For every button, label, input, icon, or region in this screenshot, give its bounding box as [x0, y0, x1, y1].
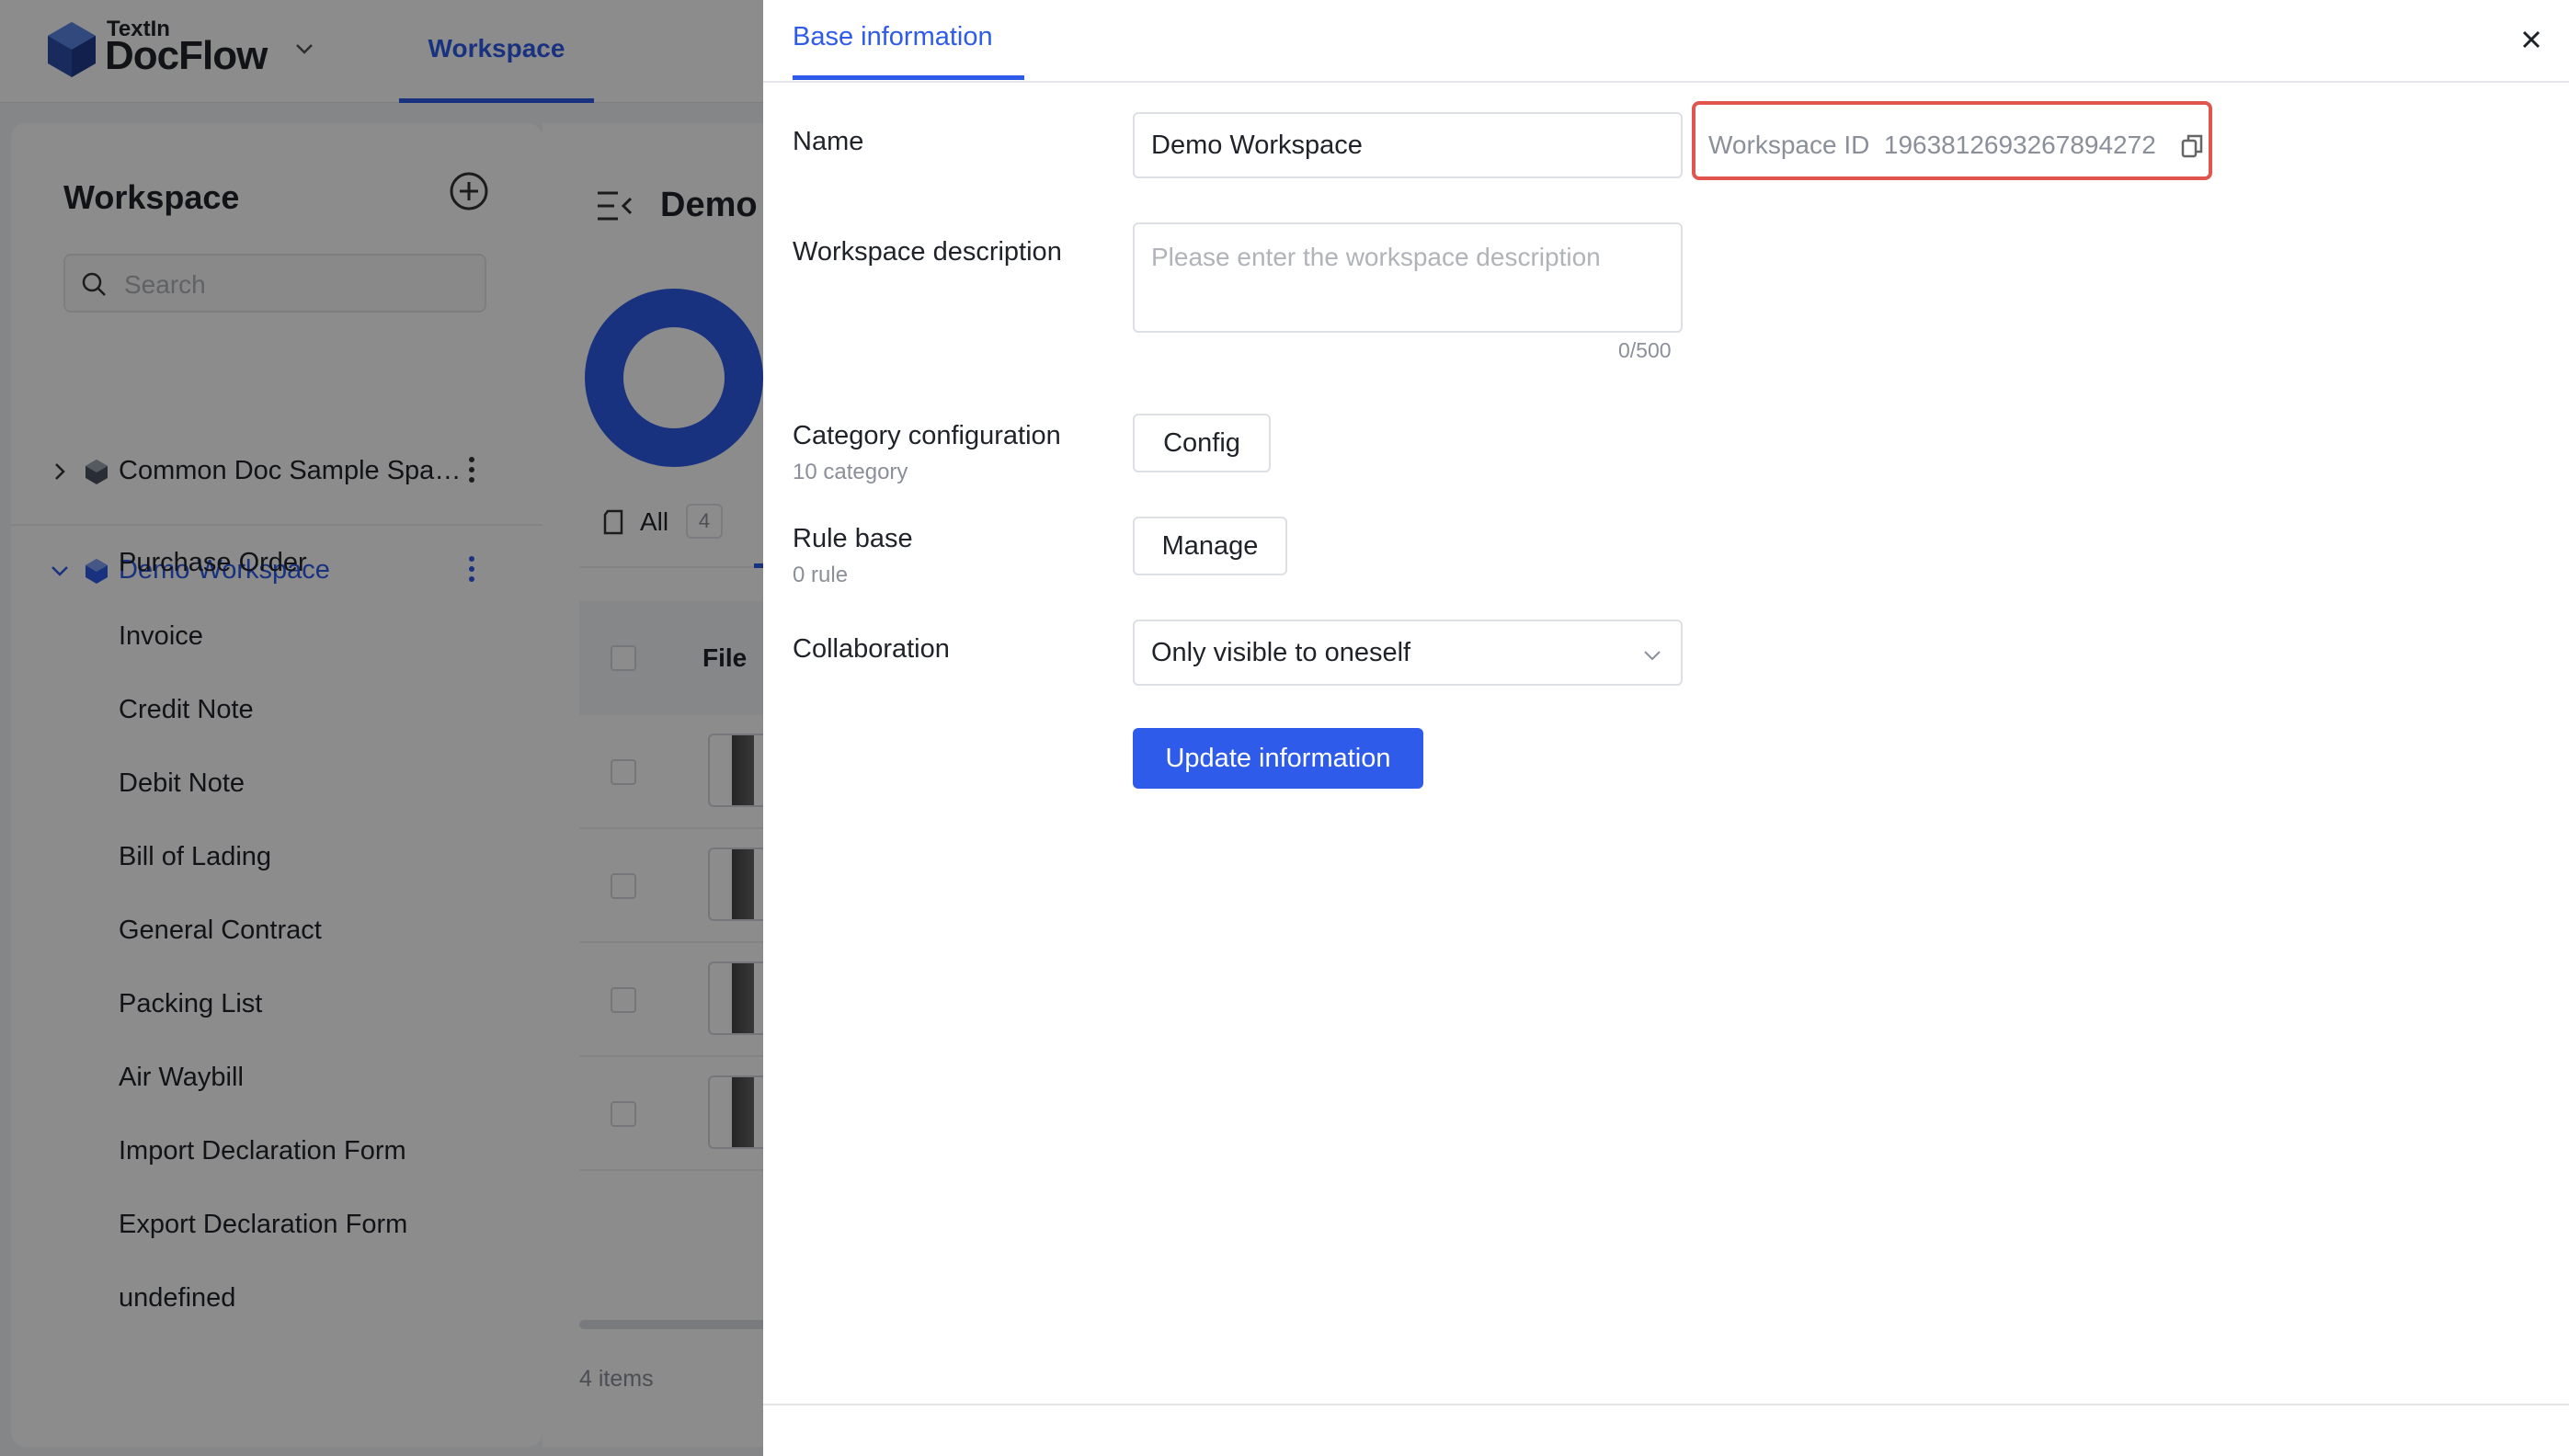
name-input-value: Demo Workspace: [1151, 131, 1363, 160]
rule-count: 0 rule: [793, 563, 849, 587]
workspace-id-label: Workspace ID: [1708, 131, 1870, 159]
collaboration-select-value: Only visible to oneself: [1151, 638, 1411, 667]
tab-active-indicator: [793, 75, 1024, 80]
workspace-settings-drawer: Base information Name Demo Workspace Wor…: [763, 0, 2569, 1456]
workspace-id-box: Workspace ID 1963812693267894272: [1692, 101, 2212, 180]
name-label: Name: [793, 127, 864, 156]
collaboration-label: Collaboration: [793, 634, 950, 664]
config-button[interactable]: Config: [1133, 414, 1271, 472]
name-input[interactable]: Demo Workspace: [1133, 112, 1683, 178]
copy-icon[interactable]: [2181, 134, 2203, 158]
description-placeholder: Please enter the workspace description: [1151, 243, 1601, 271]
collaboration-select[interactable]: Only visible to oneself: [1133, 620, 1683, 686]
category-config-label: Category configuration: [793, 421, 1061, 450]
category-count: 10 category: [793, 460, 908, 484]
drawer-footer-divider: [763, 1404, 2569, 1405]
description-label: Workspace description: [793, 237, 1062, 267]
rule-base-label: Rule base: [793, 524, 913, 553]
drawer-header-divider: [763, 81, 2569, 83]
manage-button[interactable]: Manage: [1133, 517, 1287, 575]
description-char-counter: 0/500: [1618, 338, 1672, 362]
update-information-button[interactable]: Update information: [1133, 728, 1423, 789]
description-textarea[interactable]: Please enter the workspace description: [1133, 222, 1683, 333]
close-icon[interactable]: [2518, 26, 2545, 53]
workspace-id-text: Workspace ID 1963812693267894272: [1708, 131, 2156, 160]
chevron-down-icon: [1644, 651, 1661, 661]
workspace-id-value: 1963812693267894272: [1883, 131, 2156, 159]
tab-base-information[interactable]: Base information: [793, 22, 993, 52]
